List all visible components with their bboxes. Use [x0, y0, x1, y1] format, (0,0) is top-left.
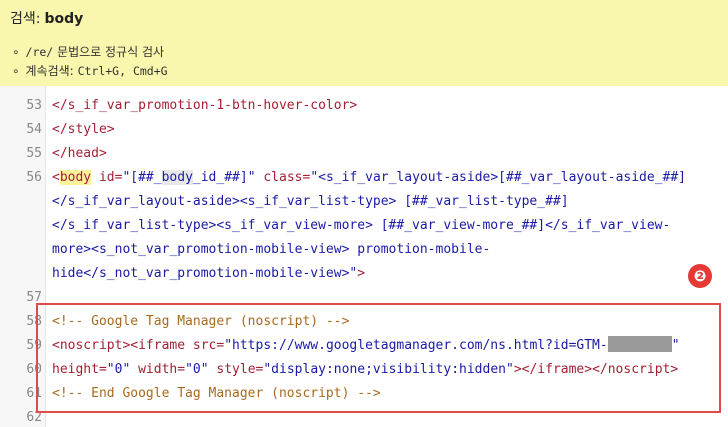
code-line-56: <body id="[##_body_id_##]" class="<s_if_…	[52, 166, 686, 190]
line-number: 58	[26, 314, 42, 329]
attr-value: "0"	[185, 362, 209, 377]
code-line-56-wrap: hide</s_not_var_promotion-mobile-view>">	[52, 262, 365, 286]
attr-value: "[##_	[122, 170, 162, 185]
search-match-highlight: body	[59, 170, 92, 185]
hint-regex: ∘ /re/ 문법으로 정규식 검사	[12, 44, 164, 60]
bullet-icon: ∘	[12, 64, 20, 78]
attr-value: hide</s_not_var_promotion-mobile-view>"	[52, 266, 358, 281]
attr-name: style=	[208, 362, 264, 377]
attr-name: width=	[130, 362, 186, 377]
search-label: 검색:	[10, 11, 41, 27]
hint-next-keys: Ctrl+G, Cmd+G	[77, 64, 168, 78]
line-number: 59	[26, 338, 42, 353]
code-line-53: </s_if_var_promotion-1-btn-hover-color>	[52, 98, 358, 113]
bullet-icon: ∘	[12, 45, 20, 59]
redacted-gtm-id	[607, 336, 672, 352]
code-line-56-wrap: </s_if_var_layout-aside><s_if_var_list-t…	[52, 194, 569, 209]
attr-value: "<s_if_var_layout-aside>[##_var_layout-a…	[310, 170, 687, 185]
line-number: 55	[26, 146, 42, 161]
tag-close: >	[357, 266, 366, 281]
attr-value: "	[671, 338, 680, 353]
tag-open: <	[52, 170, 60, 185]
code-line-59: <noscript><iframe src="https://www.googl…	[52, 334, 680, 358]
line-number: 53	[26, 98, 42, 113]
code-line-56-wrap: more><s_not_var_promotion-mobile-view> p…	[52, 242, 491, 257]
attr-value: "0"	[106, 362, 131, 377]
attr-name: height=	[52, 362, 107, 377]
search-help-panel: 검색: body ∘ /re/ 문법으로 정규식 검사 ∘ 계속검색: Ctrl+G,…	[0, 0, 728, 86]
code-line-54: </style>	[52, 122, 115, 137]
line-number: 54	[26, 122, 42, 137]
attr-value: "https://www.googletagmanager.com/ns.htm…	[224, 338, 608, 353]
search-match-secondary: body	[161, 170, 193, 185]
tag-close: ></iframe></noscript>	[513, 362, 679, 377]
hint-regex-code: /re/	[25, 45, 54, 59]
code-line-58: <!-- Google Tag Manager (noscript) -->	[52, 314, 350, 329]
attr-name: src=	[185, 338, 225, 353]
line-number: 62	[26, 410, 42, 425]
search-query[interactable]: body	[44, 11, 83, 27]
line-number: 57	[26, 290, 42, 305]
tag-open: <noscript><iframe	[52, 338, 186, 353]
attr-value: _id_##]"	[192, 170, 256, 185]
code-line-60: height="0" width="0" style="display:none…	[52, 358, 678, 382]
step-number-badge: ❷	[688, 264, 712, 288]
code-line-61: <!-- End Google Tag Manager (noscript) -…	[52, 386, 381, 401]
code-line-56-wrap: </s_if_var_list-type><s_if_var_view-more…	[52, 218, 671, 233]
hint-next-label: 계속검색:	[25, 64, 74, 78]
line-number: 61	[26, 386, 42, 401]
hint-regex-text: 문법으로 정규식 검사	[57, 45, 165, 59]
attr-name: id=	[91, 170, 123, 185]
attr-name: class=	[255, 170, 311, 185]
line-number: 60	[26, 362, 42, 377]
code-editor[interactable]: 53 54 55 56 57 58 59 60 61 62 </s_if_var…	[0, 86, 728, 427]
attr-value: "display:none;visibility:hidden"	[263, 362, 514, 377]
code-line-55: </head>	[52, 146, 107, 161]
line-number-gutter: 53 54 55 56 57 58 59 60 61 62	[0, 86, 46, 427]
line-number: 56	[26, 170, 42, 185]
hint-next: ∘ 계속검색: Ctrl+G, Cmd+G	[12, 63, 168, 79]
search-query-row: 검색: body	[10, 8, 83, 30]
